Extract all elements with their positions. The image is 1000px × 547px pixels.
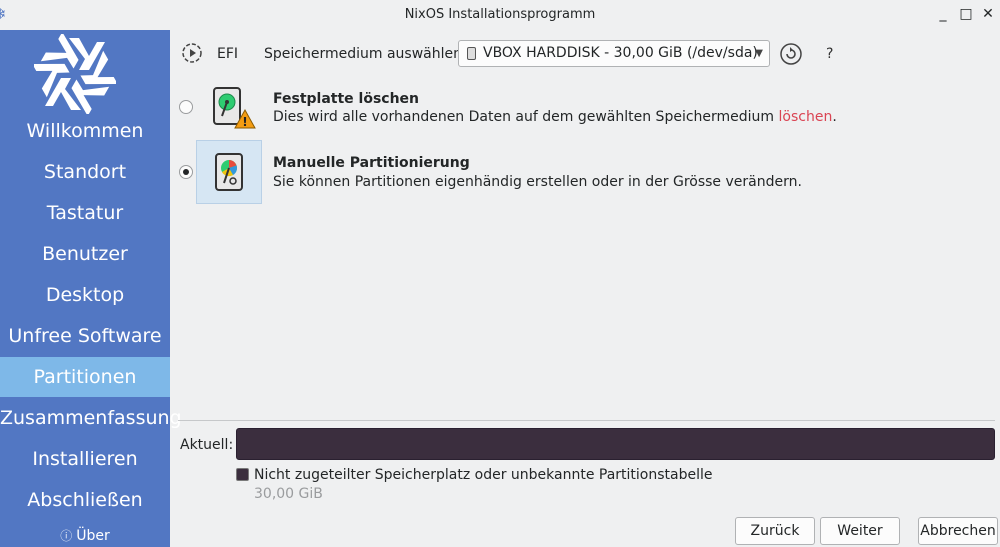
help-button[interactable]: ? <box>826 46 833 62</box>
sidebar-item-installieren: Installieren <box>32 448 138 470</box>
maximize-button[interactable]: □ <box>958 6 974 22</box>
title-bar: ❄ NixOS Installationsprogramm _ □ ✕ <box>0 0 1000 30</box>
unallocated-legend-size: 30,00 GiB <box>254 486 323 502</box>
manual-partition-description: Sie können Partitionen eigenhändig erste… <box>273 174 802 190</box>
manual-partition-radio[interactable] <box>179 165 193 179</box>
refresh-icon[interactable] <box>779 42 803 66</box>
device-select[interactable]: VBOX HARDDISK - 30,00 GiB (/dev/sda) ▼ <box>458 40 770 67</box>
sidebar: Willkommen Standort Tastatur Benutzer De… <box>0 30 182 547</box>
erase-disk-option-icon[interactable]: ! <box>196 76 262 140</box>
erase-disk-desc-text: Dies wird alle vorhandenen Daten auf dem… <box>273 109 779 125</box>
harddisk-manual-partition-icon <box>215 153 243 191</box>
erase-disk-desc-danger: löschen <box>778 109 833 125</box>
back-button[interactable]: Zurück <box>735 517 815 545</box>
sidebar-item-abschliessen: Abschließen <box>27 489 143 511</box>
device-select-value: VBOX HARDDISK - 30,00 GiB (/dev/sda) <box>483 45 758 61</box>
svg-text:!: ! <box>242 115 247 129</box>
manual-partition-option-icon[interactable] <box>196 140 262 204</box>
efi-settings-icon <box>182 43 202 63</box>
minimize-button[interactable]: _ <box>935 6 951 22</box>
chevron-down-icon: ▼ <box>755 48 763 59</box>
next-button[interactable]: Weiter <box>820 517 900 545</box>
harddisk-warning-icon: ! <box>213 87 256 129</box>
erase-disk-description: Dies wird alle vorhandenen Daten auf dem… <box>273 109 837 125</box>
divider <box>178 420 995 421</box>
unallocated-legend-label: Nicht zugeteilter Speicherplatz oder unb… <box>254 467 713 483</box>
sidebar-item-unfree-software: Unfree Software <box>8 325 162 347</box>
cancel-button[interactable]: Abbrechen <box>918 517 998 545</box>
sidebar-item-zusammenfassung: Zusammenfassung <box>0 407 182 429</box>
erase-disk-title: Festplatte löschen <box>273 91 420 107</box>
sidebar-item-standort: Standort <box>43 161 127 183</box>
manual-partition-title: Manuelle Partitionierung <box>273 155 470 171</box>
current-layout-label: Aktuell: <box>180 437 234 453</box>
erase-disk-desc-end: . <box>832 109 837 125</box>
sidebar-item-willkommen: Willkommen <box>26 120 144 142</box>
info-icon: ⓘ <box>60 529 73 543</box>
harddisk-icon <box>467 47 476 60</box>
erase-disk-radio[interactable] <box>179 100 193 114</box>
about-button[interactable]: ⓘ Über <box>0 527 170 544</box>
current-partition-bar <box>236 428 995 460</box>
about-label: Über <box>76 528 110 544</box>
nixos-logo <box>34 34 116 114</box>
window-title: NixOS Installationsprogramm <box>404 7 596 22</box>
efi-label: EFI <box>217 46 239 62</box>
close-button[interactable]: ✕ <box>980 6 996 22</box>
sidebar-item-desktop: Desktop <box>45 284 125 306</box>
device-select-label: Speichermedium auswählen <box>264 46 462 62</box>
sidebar-item-benutzer: Benutzer <box>42 243 128 265</box>
sidebar-item-tastatur: Tastatur <box>46 202 124 224</box>
sidebar-item-partitionen: Partitionen <box>0 357 170 397</box>
unallocated-legend-swatch <box>236 468 249 481</box>
